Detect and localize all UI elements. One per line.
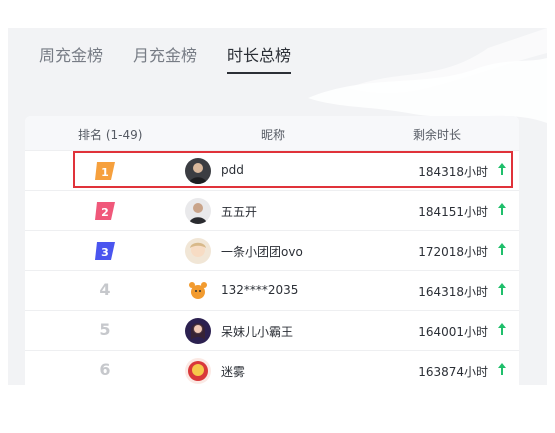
table-row[interactable]: 2 五五开 184151小时 bbox=[25, 190, 519, 231]
remaining-hours: 164318小时 bbox=[418, 285, 488, 299]
remaining-hours: 163874小时 bbox=[418, 365, 488, 379]
table-row[interactable]: 5 呆妹儿小霸王 164001小时 bbox=[25, 310, 519, 351]
remaining-hours: 164001小时 bbox=[418, 325, 488, 339]
ranking-tabs: 周充金榜 月充金榜 时长总榜 bbox=[8, 28, 547, 88]
nickname[interactable]: 132****2035 bbox=[221, 283, 298, 297]
arrow-up-icon bbox=[498, 283, 506, 295]
header-rank: 排名 (1-49) bbox=[78, 128, 143, 142]
highlight-box bbox=[73, 151, 513, 188]
rank-3-badge-icon: 3 bbox=[95, 242, 115, 260]
svg-text:3: 3 bbox=[101, 246, 109, 259]
nickname[interactable]: 五五开 bbox=[221, 203, 257, 220]
arrow-up-icon bbox=[498, 323, 506, 335]
header-nickname: 昵称 bbox=[261, 128, 286, 142]
tab-total-duration[interactable]: 时长总榜 bbox=[227, 42, 292, 74]
leaderboard-panel: 周充金榜 月充金榜 时长总榜 排名 (1-49) 昵称 剩余时长 1 pdd 1… bbox=[8, 28, 547, 385]
table-row[interactable]: 3 一条小团团ovo 172018小时 bbox=[25, 230, 519, 271]
rank-number: 4 bbox=[99, 280, 111, 299]
avatar[interactable] bbox=[185, 198, 211, 224]
avatar[interactable] bbox=[185, 238, 211, 264]
avatar[interactable] bbox=[185, 358, 211, 384]
rank-number: 5 bbox=[99, 320, 111, 339]
svg-text:2: 2 bbox=[101, 206, 109, 219]
tab-weekly-recharge[interactable]: 周充金榜 bbox=[39, 42, 103, 66]
arrow-up-icon bbox=[498, 363, 506, 375]
table-header: 排名 (1-49) 昵称 剩余时长 bbox=[25, 116, 519, 150]
rank-2-badge-icon: 2 bbox=[95, 202, 115, 220]
table-row[interactable]: 4 132****2035 164318小时 bbox=[25, 270, 519, 311]
arrow-up-icon bbox=[498, 203, 506, 215]
rank-number: 6 bbox=[99, 360, 111, 379]
table-row[interactable]: 6 迷雾 163874小时 bbox=[25, 350, 519, 385]
remaining-hours: 184151小时 bbox=[418, 205, 488, 219]
arrow-up-icon bbox=[498, 243, 506, 255]
tab-monthly-recharge[interactable]: 月充金榜 bbox=[133, 42, 197, 66]
avatar[interactable] bbox=[185, 278, 211, 304]
nickname[interactable]: 一条小团团ovo bbox=[221, 243, 303, 260]
header-remaining-time: 剩余时长 bbox=[413, 128, 462, 142]
remaining-hours: 172018小时 bbox=[418, 245, 488, 259]
avatar[interactable] bbox=[185, 318, 211, 344]
nickname[interactable]: 迷雾 bbox=[221, 363, 245, 380]
nickname[interactable]: 呆妹儿小霸王 bbox=[221, 323, 293, 340]
